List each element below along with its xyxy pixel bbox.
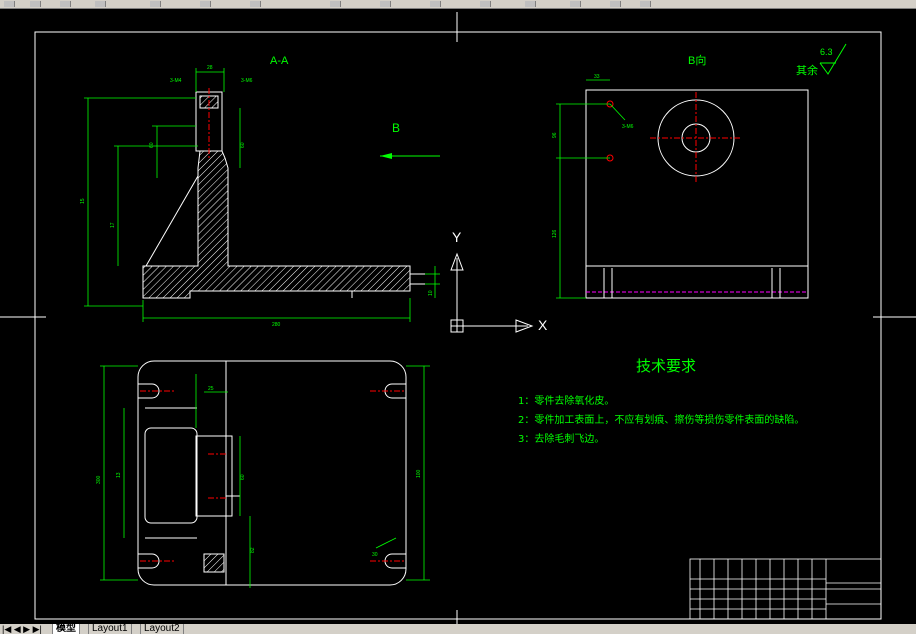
toolbar-button[interactable] — [250, 1, 261, 7]
toolbar-button[interactable] — [60, 1, 71, 7]
tech-requirement-item: 1：零件去除氧化皮。 — [518, 394, 614, 407]
toolbar-button[interactable] — [610, 1, 621, 7]
dim-text: 3-M6 — [622, 124, 634, 130]
dim-text: 30 — [372, 552, 378, 558]
tech-requirement-item: 2：零件加工表面上，不应有划痕、擦伤等损伤零件表面的缺陷。 — [518, 413, 804, 426]
dim-text: 3-M6 — [241, 78, 253, 84]
dim-text: 60 — [149, 142, 155, 148]
tab-layout1[interactable]: Layout1 — [88, 624, 132, 634]
toolbar-button[interactable] — [380, 1, 391, 7]
bracket-rib — [145, 174, 199, 267]
toolbar-button[interactable] — [200, 1, 211, 7]
b-view: B向 33 3-M6 96 126 — [552, 53, 809, 299]
dim-text: 25 — [208, 386, 214, 392]
tech-requirements-title: 技术要求 — [636, 357, 696, 375]
toolbar-button[interactable] — [570, 1, 581, 7]
section-title: A-A — [270, 55, 289, 67]
bracket-section — [142, 150, 411, 299]
title-block — [689, 558, 882, 620]
section-view-a-a: A-A 15 17 60 280 28 3-M4 3-M6 60 10 — [80, 55, 440, 328]
toolbar-button[interactable] — [330, 1, 341, 7]
dim-text: 10 — [428, 290, 434, 296]
dim-text: 28 — [207, 65, 213, 71]
dim-text: 15 — [80, 198, 86, 204]
surface-finish-value: 6.3 — [820, 47, 833, 57]
sheet-border — [0, 12, 916, 624]
ucs-icon: Y X — [450, 229, 548, 333]
surface-finish-label: 其余 — [796, 63, 818, 77]
toolbar-button[interactable] — [30, 1, 41, 7]
drawing-canvas[interactable]: A-A 15 17 60 280 28 3-M4 3-M6 60 10 B B向… — [0, 8, 916, 624]
tab-layout2[interactable]: Layout2 — [140, 624, 184, 634]
dim-text: 33 — [594, 74, 600, 80]
b-view-title: B向 — [688, 53, 706, 67]
toolbar-button[interactable] — [640, 1, 651, 7]
dim-text: 96 — [552, 132, 558, 138]
dim-text: 100 — [416, 469, 422, 478]
toolbar-button[interactable] — [525, 1, 536, 7]
tab-model[interactable]: 模型 — [52, 624, 80, 634]
dim-text: 3-M4 — [170, 78, 182, 84]
plan-view: 300 13 100 25 60 82 30 — [96, 360, 430, 588]
b-label: B — [392, 121, 400, 135]
dim-text: 82 — [250, 547, 256, 553]
b-view-plate — [585, 89, 809, 299]
dim-text: 126 — [552, 229, 558, 238]
dim-text: 17 — [110, 222, 116, 228]
dim-text: 280 — [272, 322, 281, 328]
toolbar-button[interactable] — [430, 1, 441, 7]
view-arrow-b: B — [380, 121, 440, 159]
dim-text: 13 — [116, 472, 122, 478]
layout-nav-buttons[interactable]: |◀ ◀ ▶ ▶| — [2, 624, 42, 634]
dim-text: 60 — [240, 142, 246, 148]
tech-requirements: 技术要求 1：零件去除氧化皮。 2：零件加工表面上，不应有划痕、擦伤等损伤零件表… — [518, 357, 804, 445]
toolbar-button[interactable] — [95, 1, 106, 7]
plan-plate — [137, 360, 407, 586]
toolbar-button[interactable] — [4, 1, 15, 7]
tech-requirement-item: 3：去除毛刺飞边。 — [518, 432, 604, 445]
dim-text: 60 — [240, 474, 246, 480]
dim-text: 300 — [96, 475, 102, 484]
ucs-y-label: Y — [452, 229, 462, 245]
layout-tab-bar: |◀ ◀ ▶ ▶| 模型 Layout1 Layout2 — [0, 624, 916, 634]
surface-finish-symbol: 其余 6.3 — [796, 43, 847, 77]
toolbar-button[interactable] — [150, 1, 161, 7]
ucs-x-label: X — [538, 317, 548, 333]
toolbar-button[interactable] — [480, 1, 491, 7]
